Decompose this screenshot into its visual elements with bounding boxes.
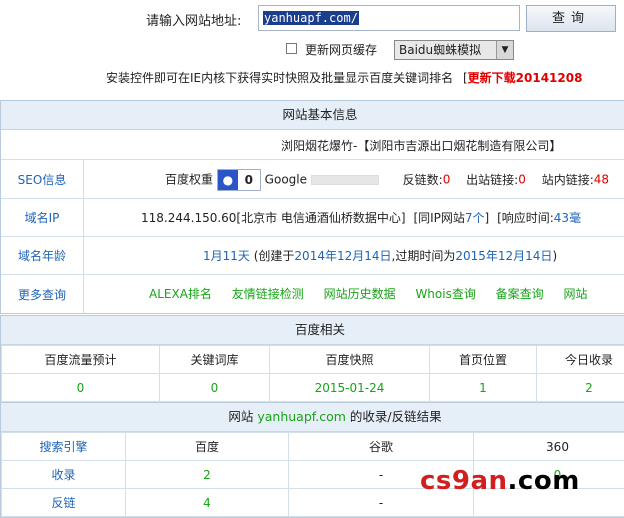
refresh-cache-label: 更新网页缓存 [305,41,377,58]
google-pr-bar [311,175,379,185]
index-panel: 网站 yanhuapf.com 的收录/反链结果 搜索引擎 百度 谷歌 360 … [0,402,624,518]
age-row: 域名年龄 1月11天 (创建于2014年12月14日,过期时间为2015年12月… [1,237,624,275]
baidu-backlink-count[interactable]: 4 [126,489,289,517]
watermark-logo: cs9an.com [420,466,580,496]
seo-row: SEO信息 百度权重 ●0 Google 反链数:0 出站链接:0 站内链接:4… [1,160,624,199]
baidu-table: 百度流量预计 关键词库 百度快照 首页位置 今日收录 0 0 2015-01-2… [1,345,624,402]
baidu-weight-label: 百度权重 [165,173,213,187]
more-row: 更多查询 ALEXA排名 友情链接检测 网站历史数据 Whois查询 备案查询 … [1,275,624,313]
refresh-cache-checkbox[interactable] [286,43,297,54]
install-notice: 安装控件即可在IE内核下获得实时快照及批量显示百度关键词排名 [更新下载2014… [106,69,582,86]
today-index[interactable]: 2 [537,374,624,402]
alexa-link[interactable]: ALEXA排名 [149,287,212,301]
seo-label: SEO信息 [1,160,84,198]
beian-link[interactable]: 备案查询 [496,287,544,301]
baidu-index-count[interactable]: 2 [126,461,289,489]
response-time: 43毫 [554,211,581,225]
download-link[interactable]: 更新下载20141208 [468,71,583,85]
site-link[interactable]: yanhuapf.com [257,409,346,424]
more-label: 更多查询 [1,275,84,313]
created-date: 2014年12月14日 [294,249,391,263]
engine-select[interactable]: Baidu蜘蛛模拟 ▼ [394,40,514,60]
basic-info-panel: 网站基本信息 浏阳烟花爆竹-【浏阳市吉源出口烟花制造有限公司】 SEO信息 百度… [0,100,624,314]
basic-info-title: 网站基本信息 [1,101,624,130]
site-name: 浏阳烟花爆竹-【浏阳市吉源出口烟花制造有限公司】 [281,137,561,154]
ip-row: 域名IP 118.244.150.60[北京市 电信通酒仙桥数据中心] [同IP… [1,199,624,237]
google-label: Google [265,173,307,187]
search-bar: 请输入网站地址: yanhuapf.com/ 查询 更新网页缓存 Baidu蜘蛛… [0,0,624,96]
ip-label: 域名IP [1,199,84,236]
age-label: 域名年龄 [1,237,84,274]
more-site-link[interactable]: 网站 [564,287,588,301]
query-button[interactable]: 查询 [526,5,616,32]
domain-age: 1月11天 [203,249,250,263]
site-name-row: 浏阳烟花爆竹-【浏阳市吉源出口烟花制造有限公司】 [1,130,624,160]
table-row: 0 0 2015-01-24 1 2 [2,374,624,402]
history-link[interactable]: 网站历史数据 [324,287,396,301]
same-ip-link[interactable]: 7个 [465,211,485,225]
home-position[interactable]: 1 [430,374,537,402]
inlinks-count[interactable]: 48 [594,173,609,187]
table-row: 搜索引擎 百度 谷歌 360 [2,433,624,461]
whois-link[interactable]: Whois查询 [415,287,475,301]
baidu-title: 百度相关 [1,316,624,345]
snapshot-date[interactable]: 2015-01-24 [270,374,430,402]
baidu-weight-badge[interactable]: ●0 [217,169,261,191]
chevron-down-icon[interactable]: ▼ [496,41,513,59]
keyword-count[interactable]: 0 [160,374,270,402]
baidu-panel: 百度相关 百度流量预计 关键词库 百度快照 首页位置 今日收录 0 0 2015… [0,315,624,403]
ip-text: 118.244.150.60[北京市 电信通酒仙桥数据中心] [141,211,406,225]
friend-link-check[interactable]: 友情链接检测 [232,287,304,301]
table-row: 百度流量预计 关键词库 百度快照 首页位置 今日收录 [2,346,624,374]
baidu-paw-icon: ● [218,170,238,190]
expire-date: 2015年12月14日 [455,249,552,263]
index-title: 网站 yanhuapf.com 的收录/反链结果 [1,403,624,432]
url-label: 请输入网站地址: [146,10,241,29]
backlinks-count[interactable]: 0 [443,173,451,187]
traffic-estimate[interactable]: 0 [2,374,160,402]
url-input[interactable]: yanhuapf.com/ [258,5,520,31]
outlinks-count[interactable]: 0 [518,173,526,187]
